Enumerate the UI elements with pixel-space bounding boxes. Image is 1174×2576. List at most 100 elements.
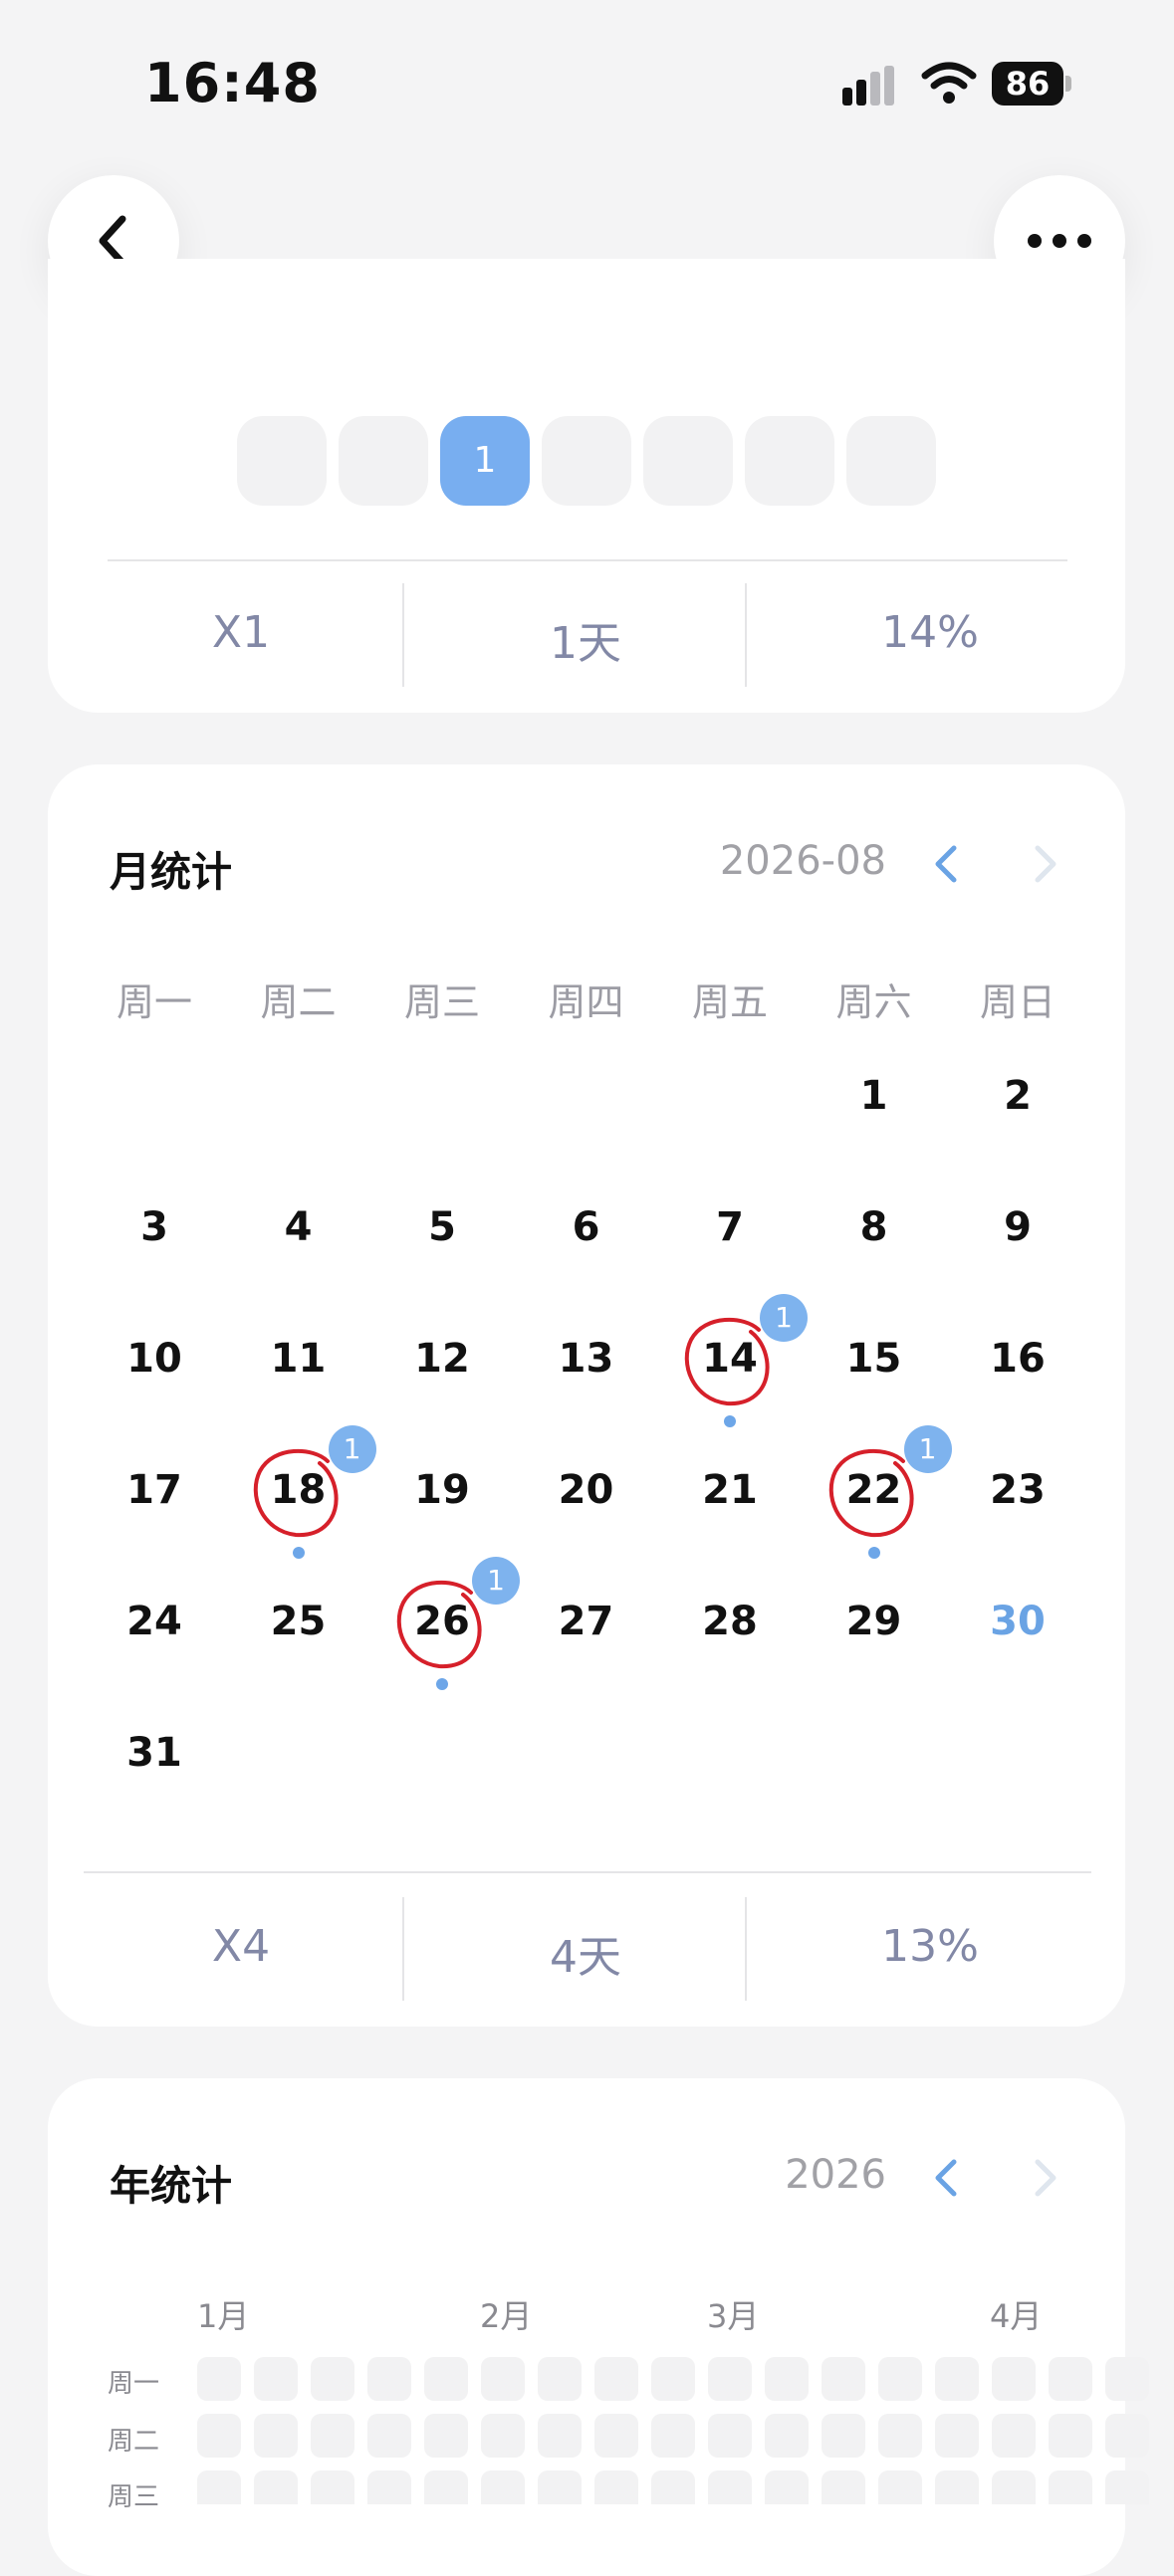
calendar-day[interactable]: 1 bbox=[815, 1073, 934, 1119]
status-time: 16:48 bbox=[144, 52, 321, 114]
stat-separator bbox=[402, 583, 404, 687]
month-rate-stat: 13% bbox=[881, 1921, 979, 1972]
heatmap-cell bbox=[935, 2414, 979, 2458]
calendar-day[interactable]: 11 bbox=[239, 1336, 358, 1382]
calendar-day[interactable]: 6 bbox=[527, 1204, 646, 1250]
next-year-arrow-icon[interactable] bbox=[1026, 2156, 1065, 2200]
calendar-day[interactable]: 10 bbox=[95, 1336, 214, 1382]
week-day-cell[interactable] bbox=[339, 416, 428, 506]
calendar-day[interactable]: 2 bbox=[958, 1073, 1077, 1119]
prev-month-arrow-icon[interactable] bbox=[926, 842, 966, 886]
heatmap-cell bbox=[822, 2470, 865, 2504]
heatmap-cell bbox=[254, 2470, 298, 2504]
more-dots-icon bbox=[1028, 234, 1091, 248]
heatmap-cell bbox=[765, 2414, 809, 2458]
heatmap-cell bbox=[367, 2357, 411, 2401]
calendar-day[interactable]: 15 bbox=[815, 1336, 934, 1382]
cellular-signal-icon bbox=[842, 66, 902, 106]
calendar-day[interactable]: 13 bbox=[527, 1336, 646, 1382]
day-count-badge: 1 bbox=[903, 1425, 952, 1473]
calendar-day[interactable]: 7 bbox=[670, 1204, 790, 1250]
calendar-day[interactable]: 28 bbox=[670, 1599, 790, 1644]
heatmap-cell bbox=[311, 2414, 354, 2458]
week-days-stat: 1天 bbox=[550, 618, 621, 669]
calendar-day[interactable]: 3 bbox=[95, 1204, 214, 1250]
calendar-day[interactable]: 24 bbox=[95, 1599, 214, 1644]
calendar-day[interactable]: 21 bbox=[670, 1467, 790, 1513]
week-stats-divider bbox=[108, 559, 1067, 561]
weekday-label: 周三 bbox=[403, 980, 480, 1024]
weekday-label: 周六 bbox=[835, 980, 912, 1024]
week-day-cell-active[interactable]: 1 bbox=[440, 416, 530, 506]
heatmap-month-label: 3月 bbox=[707, 2297, 760, 2335]
activity-dot bbox=[292, 1547, 305, 1559]
heatmap-cell bbox=[992, 2470, 1036, 2504]
week-day-cell[interactable] bbox=[542, 416, 631, 506]
heatmap-cell bbox=[765, 2357, 809, 2401]
heatmap-cell bbox=[708, 2414, 752, 2458]
heatmap-cell bbox=[254, 2414, 298, 2458]
calendar-day[interactable]: 17 bbox=[95, 1467, 214, 1513]
calendar-day[interactable]: 27 bbox=[527, 1599, 646, 1644]
year-period: 2026 bbox=[785, 2152, 886, 2198]
calendar-day[interactable]: 9 bbox=[958, 1204, 1077, 1250]
heatmap-cell bbox=[197, 2470, 241, 2504]
weekday-label: 周日 bbox=[979, 980, 1056, 1024]
stat-separator bbox=[402, 1897, 404, 2001]
heatmap-row-label: 周三 bbox=[108, 2482, 160, 2512]
heatmap-cell bbox=[708, 2357, 752, 2401]
heatmap-cell bbox=[197, 2414, 241, 2458]
prev-year-arrow-icon[interactable] bbox=[926, 2156, 966, 2200]
heatmap-cell bbox=[992, 2414, 1036, 2458]
calendar-day[interactable]: 30 bbox=[958, 1599, 1077, 1644]
calendar-day[interactable]: 23 bbox=[958, 1467, 1077, 1513]
calendar-day[interactable]: 25 bbox=[239, 1599, 358, 1644]
heatmap-cell bbox=[538, 2357, 582, 2401]
heatmap-cell bbox=[1049, 2414, 1092, 2458]
day-count-badge: 1 bbox=[760, 1294, 808, 1342]
week-day-cell[interactable] bbox=[745, 416, 834, 506]
weekday-label: 周二 bbox=[260, 980, 337, 1024]
heatmap-cell bbox=[367, 2414, 411, 2458]
month-days-stat: 4天 bbox=[550, 1932, 621, 1983]
stat-separator bbox=[745, 1897, 747, 2001]
heatmap-cell bbox=[538, 2414, 582, 2458]
heatmap-cell bbox=[992, 2357, 1036, 2401]
activity-dot bbox=[436, 1678, 448, 1690]
calendar-day[interactable]: 5 bbox=[382, 1204, 502, 1250]
calendar-day[interactable]: 12 bbox=[382, 1336, 502, 1382]
day-count-badge: 1 bbox=[328, 1425, 376, 1473]
heatmap-cell bbox=[935, 2357, 979, 2401]
heatmap-cell bbox=[878, 2414, 922, 2458]
heatmap-cell bbox=[765, 2470, 809, 2504]
calendar-day[interactable]: 31 bbox=[95, 1730, 214, 1776]
month-calendar-grid: 1 2 3 4 5 6 7 8 9 10 11 12 13 14 1 15 16 17 18 1 19 20 21 22 1 23… bbox=[95, 1055, 1100, 1776]
next-month-arrow-icon[interactable] bbox=[1026, 842, 1065, 886]
battery-level: 86 bbox=[992, 62, 1063, 106]
calendar-day[interactable]: 4 bbox=[239, 1204, 358, 1250]
heatmap-cell bbox=[935, 2470, 979, 2504]
week-day-cell[interactable] bbox=[643, 416, 733, 506]
month-period: 2026-08 bbox=[719, 838, 886, 884]
heatmap-cell bbox=[1049, 2357, 1092, 2401]
heatmap-cell bbox=[311, 2470, 354, 2504]
heatmap-month-label: 2月 bbox=[480, 2297, 533, 2335]
week-day-cell[interactable] bbox=[237, 416, 327, 506]
week-count-stat: X1 bbox=[211, 607, 271, 658]
calendar-day[interactable]: 19 bbox=[382, 1467, 502, 1513]
month-stats-divider bbox=[84, 1871, 1091, 1873]
battery-icon: 86 bbox=[992, 62, 1071, 106]
week-day-cell[interactable] bbox=[846, 416, 936, 506]
heatmap-cell bbox=[594, 2357, 638, 2401]
heatmap-cell bbox=[1105, 2357, 1149, 2401]
month-stats-title: 月统计 bbox=[110, 848, 232, 896]
calendar-day[interactable]: 8 bbox=[815, 1204, 934, 1250]
heatmap-cell bbox=[651, 2357, 695, 2401]
year-stats-title: 年统计 bbox=[110, 2162, 232, 2210]
calendar-day[interactable]: 29 bbox=[815, 1599, 934, 1644]
heatmap-cell bbox=[538, 2470, 582, 2504]
heatmap-cell bbox=[1105, 2414, 1149, 2458]
calendar-day[interactable]: 20 bbox=[527, 1467, 646, 1513]
heatmap-cell bbox=[424, 2414, 468, 2458]
calendar-day[interactable]: 16 bbox=[958, 1336, 1077, 1382]
